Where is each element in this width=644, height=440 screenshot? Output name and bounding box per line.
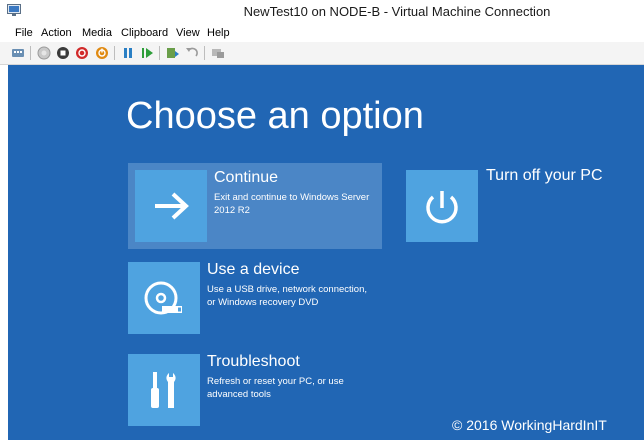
title-bar: NewTest10 on NODE-B - Virtual Machine Co… [0,0,644,26]
toolbar [0,42,644,65]
option-use-device-title: Use a device [207,261,300,278]
toolbar-separator [204,46,205,60]
option-troubleshoot[interactable]: Troubleshoot Refresh or reset your PC, o… [128,347,382,433]
menu-clipboard[interactable]: Clipboard [121,27,168,39]
enhanced-session-icon[interactable] [211,46,225,60]
tile-use-device [128,262,200,334]
arrow-right-icon [155,192,189,220]
option-turn-off[interactable] [406,170,478,242]
menu-media[interactable]: Media [82,27,112,39]
toolbar-separator [30,46,31,60]
vm-screen[interactable]: Choose an option Continue Exit and conti… [8,65,644,440]
start-icon[interactable] [37,46,51,60]
option-use-device[interactable]: Use a device Use a USB drive, network co… [128,255,382,341]
option-troubleshoot-title: Troubleshoot [207,353,300,370]
option-troubleshoot-description: Refresh or reset your PC, or use advance… [207,376,344,400]
checkpoint-icon[interactable] [166,46,180,60]
tools-icon [151,370,176,408]
page-title: Choose an option [126,95,424,137]
revert-icon[interactable] [185,46,199,60]
watermark: © 2016 WorkingHardInIT [452,417,607,433]
toolbar-separator [114,46,115,60]
option-turn-off-title[interactable]: Turn off your PC [486,167,603,185]
power-icon [426,191,458,224]
window-title: NewTest10 on NODE-B - Virtual Machine Co… [243,4,551,19]
resume-icon[interactable] [140,46,154,60]
menu-file[interactable]: File [15,27,33,39]
toolbar-separator [159,46,160,60]
menu-view[interactable]: View [176,27,200,39]
save-icon[interactable] [95,46,109,60]
ctrl-alt-del-icon[interactable] [11,46,25,60]
disc-device-icon [144,281,182,315]
shutdown-icon[interactable] [75,46,89,60]
menu-help[interactable]: Help [207,27,230,39]
menu-bar: File Action Media Clipboard View Help [0,26,644,42]
menu-action[interactable]: Action [41,27,72,39]
option-continue-title: Continue [214,169,279,186]
turn-off-icon[interactable] [56,46,70,60]
option-continue-description: Exit and continue to Windows Server 2012… [214,192,370,216]
pause-icon[interactable] [121,46,135,60]
option-continue[interactable]: Continue Exit and continue to Windows Se… [128,163,382,249]
tile-continue [135,170,207,242]
option-use-device-description: Use a USB drive, network connection, or … [207,284,367,308]
tile-troubleshoot [128,354,200,426]
